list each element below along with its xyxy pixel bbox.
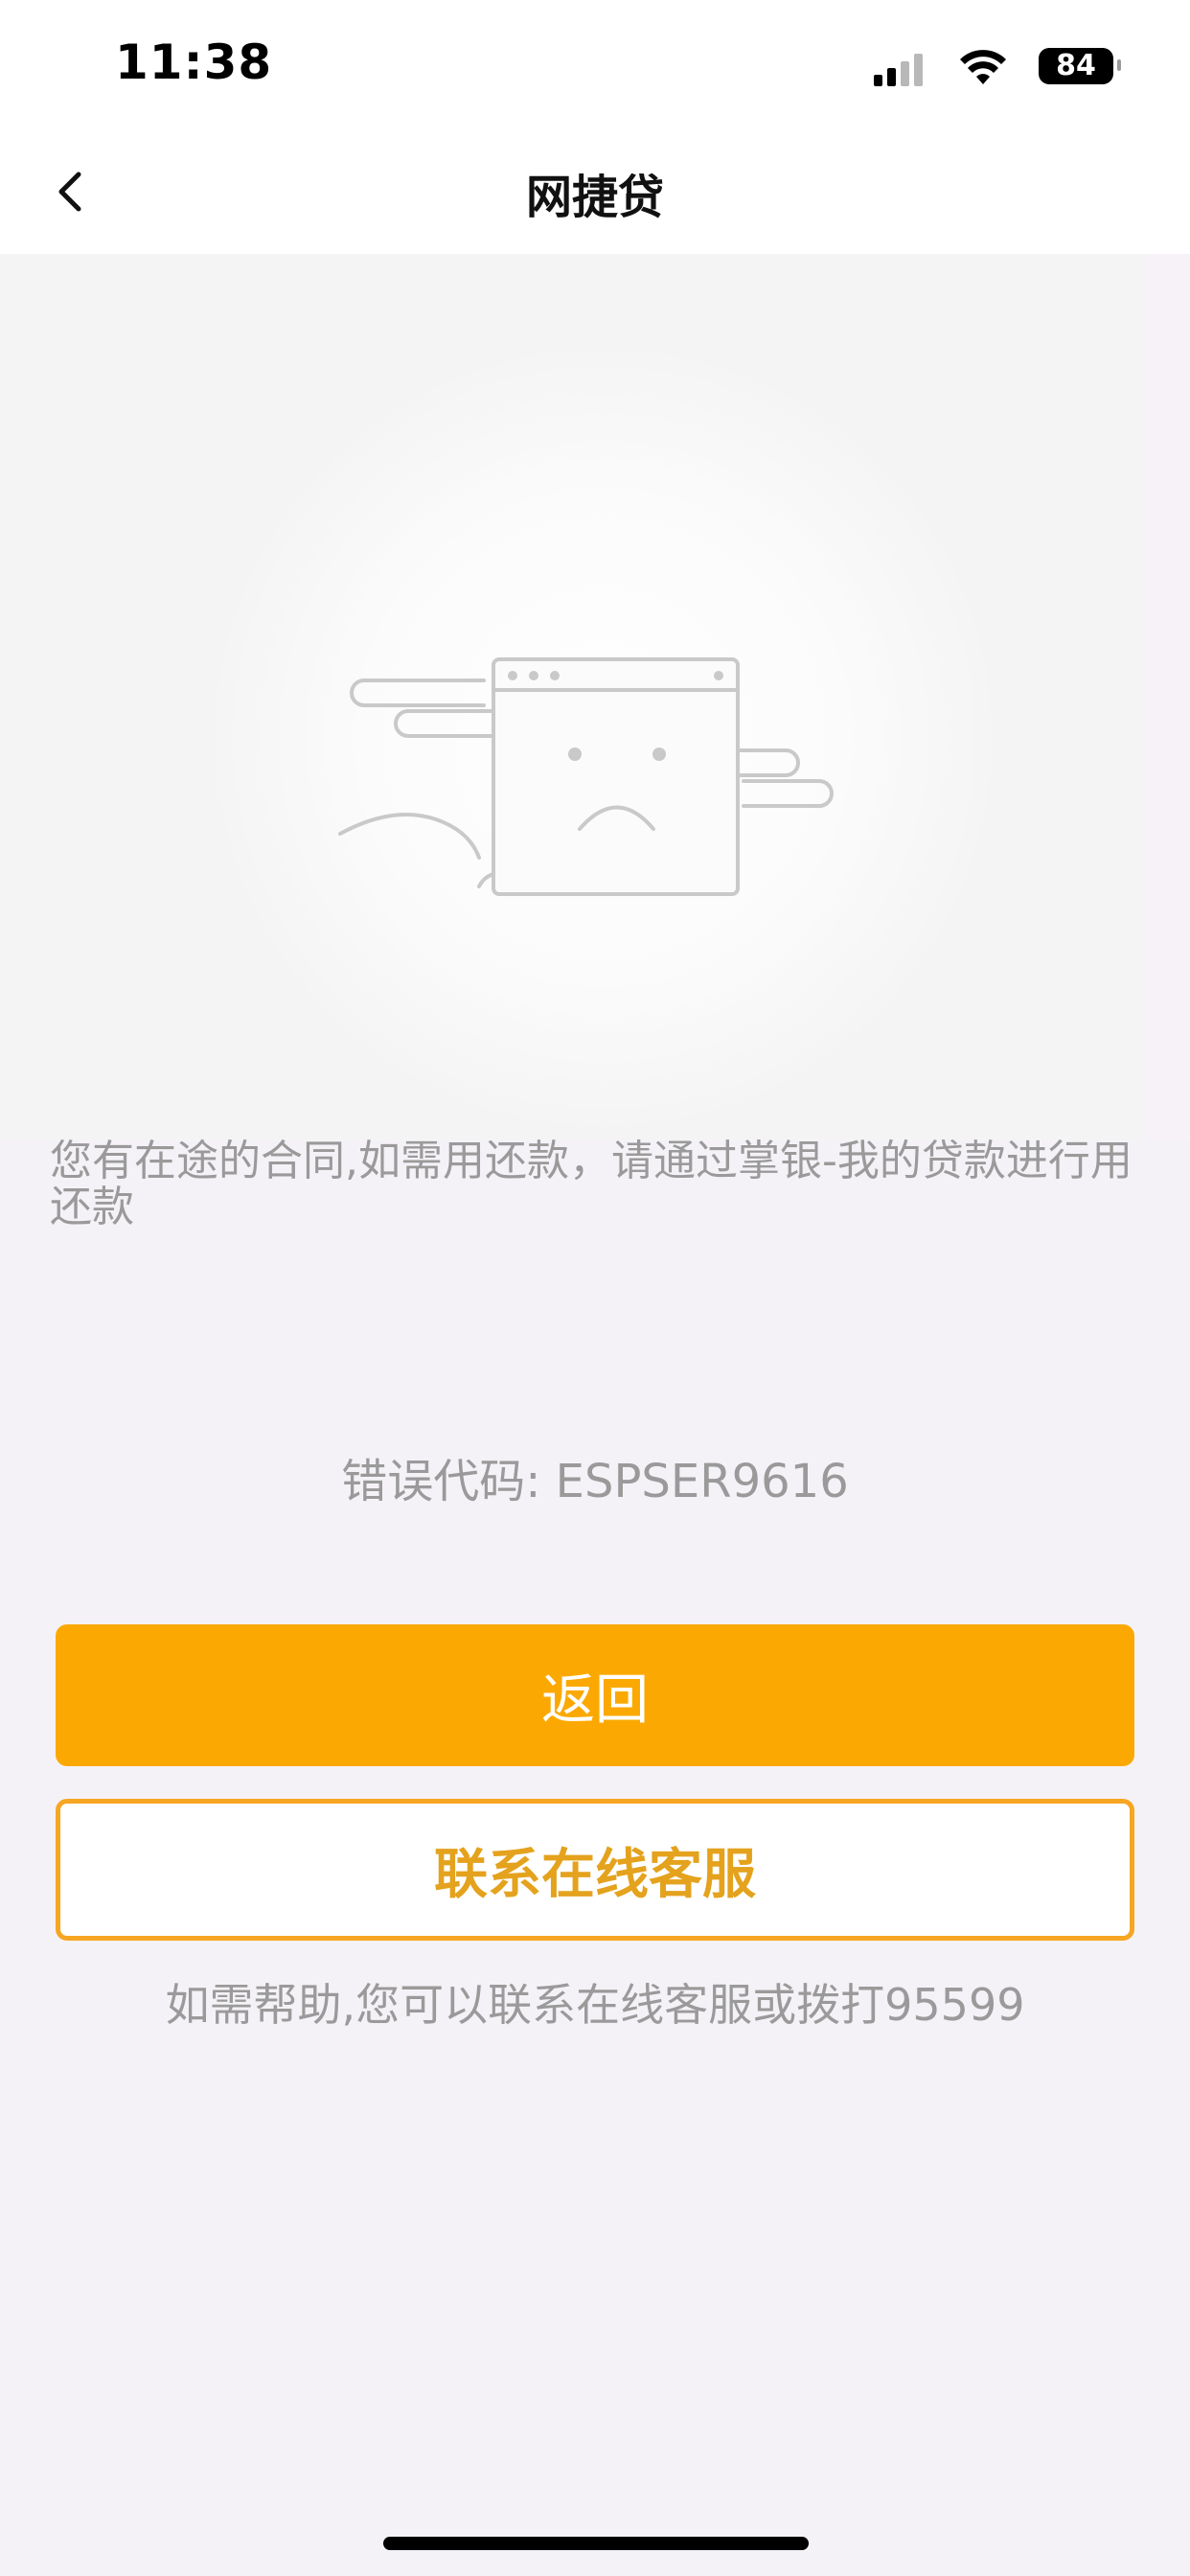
sad-browser-window-icon <box>201 335 1006 1140</box>
error-illustration <box>0 254 1142 1140</box>
signal-icon <box>874 54 923 86</box>
error-code: 错误代码: ESPSER9616 <box>341 1455 849 1508</box>
battery-icon: 84 <box>1039 48 1113 84</box>
return-button[interactable]: 返回 <box>56 1624 1134 1766</box>
status-icons: 84 <box>874 44 1121 92</box>
page-title: 网捷贷 <box>525 171 664 224</box>
error-message: 您有在途的合同,如需用还款，请通过掌银-我的贷款进行用还款 <box>50 1137 1133 1231</box>
battery-tip <box>1117 59 1121 71</box>
illustration-edge <box>1142 254 1190 1140</box>
nav-bar: 网捷贷 <box>0 134 1190 254</box>
wifi-icon <box>960 50 1006 84</box>
status-time: 11:38 <box>115 34 273 90</box>
status-bar: 11:38 84 <box>0 0 1190 134</box>
contact-service-button[interactable]: 联系在线客服 <box>56 1799 1134 1941</box>
help-text: 如需帮助,您可以联系在线客服或拨打95599 <box>165 1979 1025 2031</box>
home-indicator[interactable] <box>383 2537 809 2550</box>
